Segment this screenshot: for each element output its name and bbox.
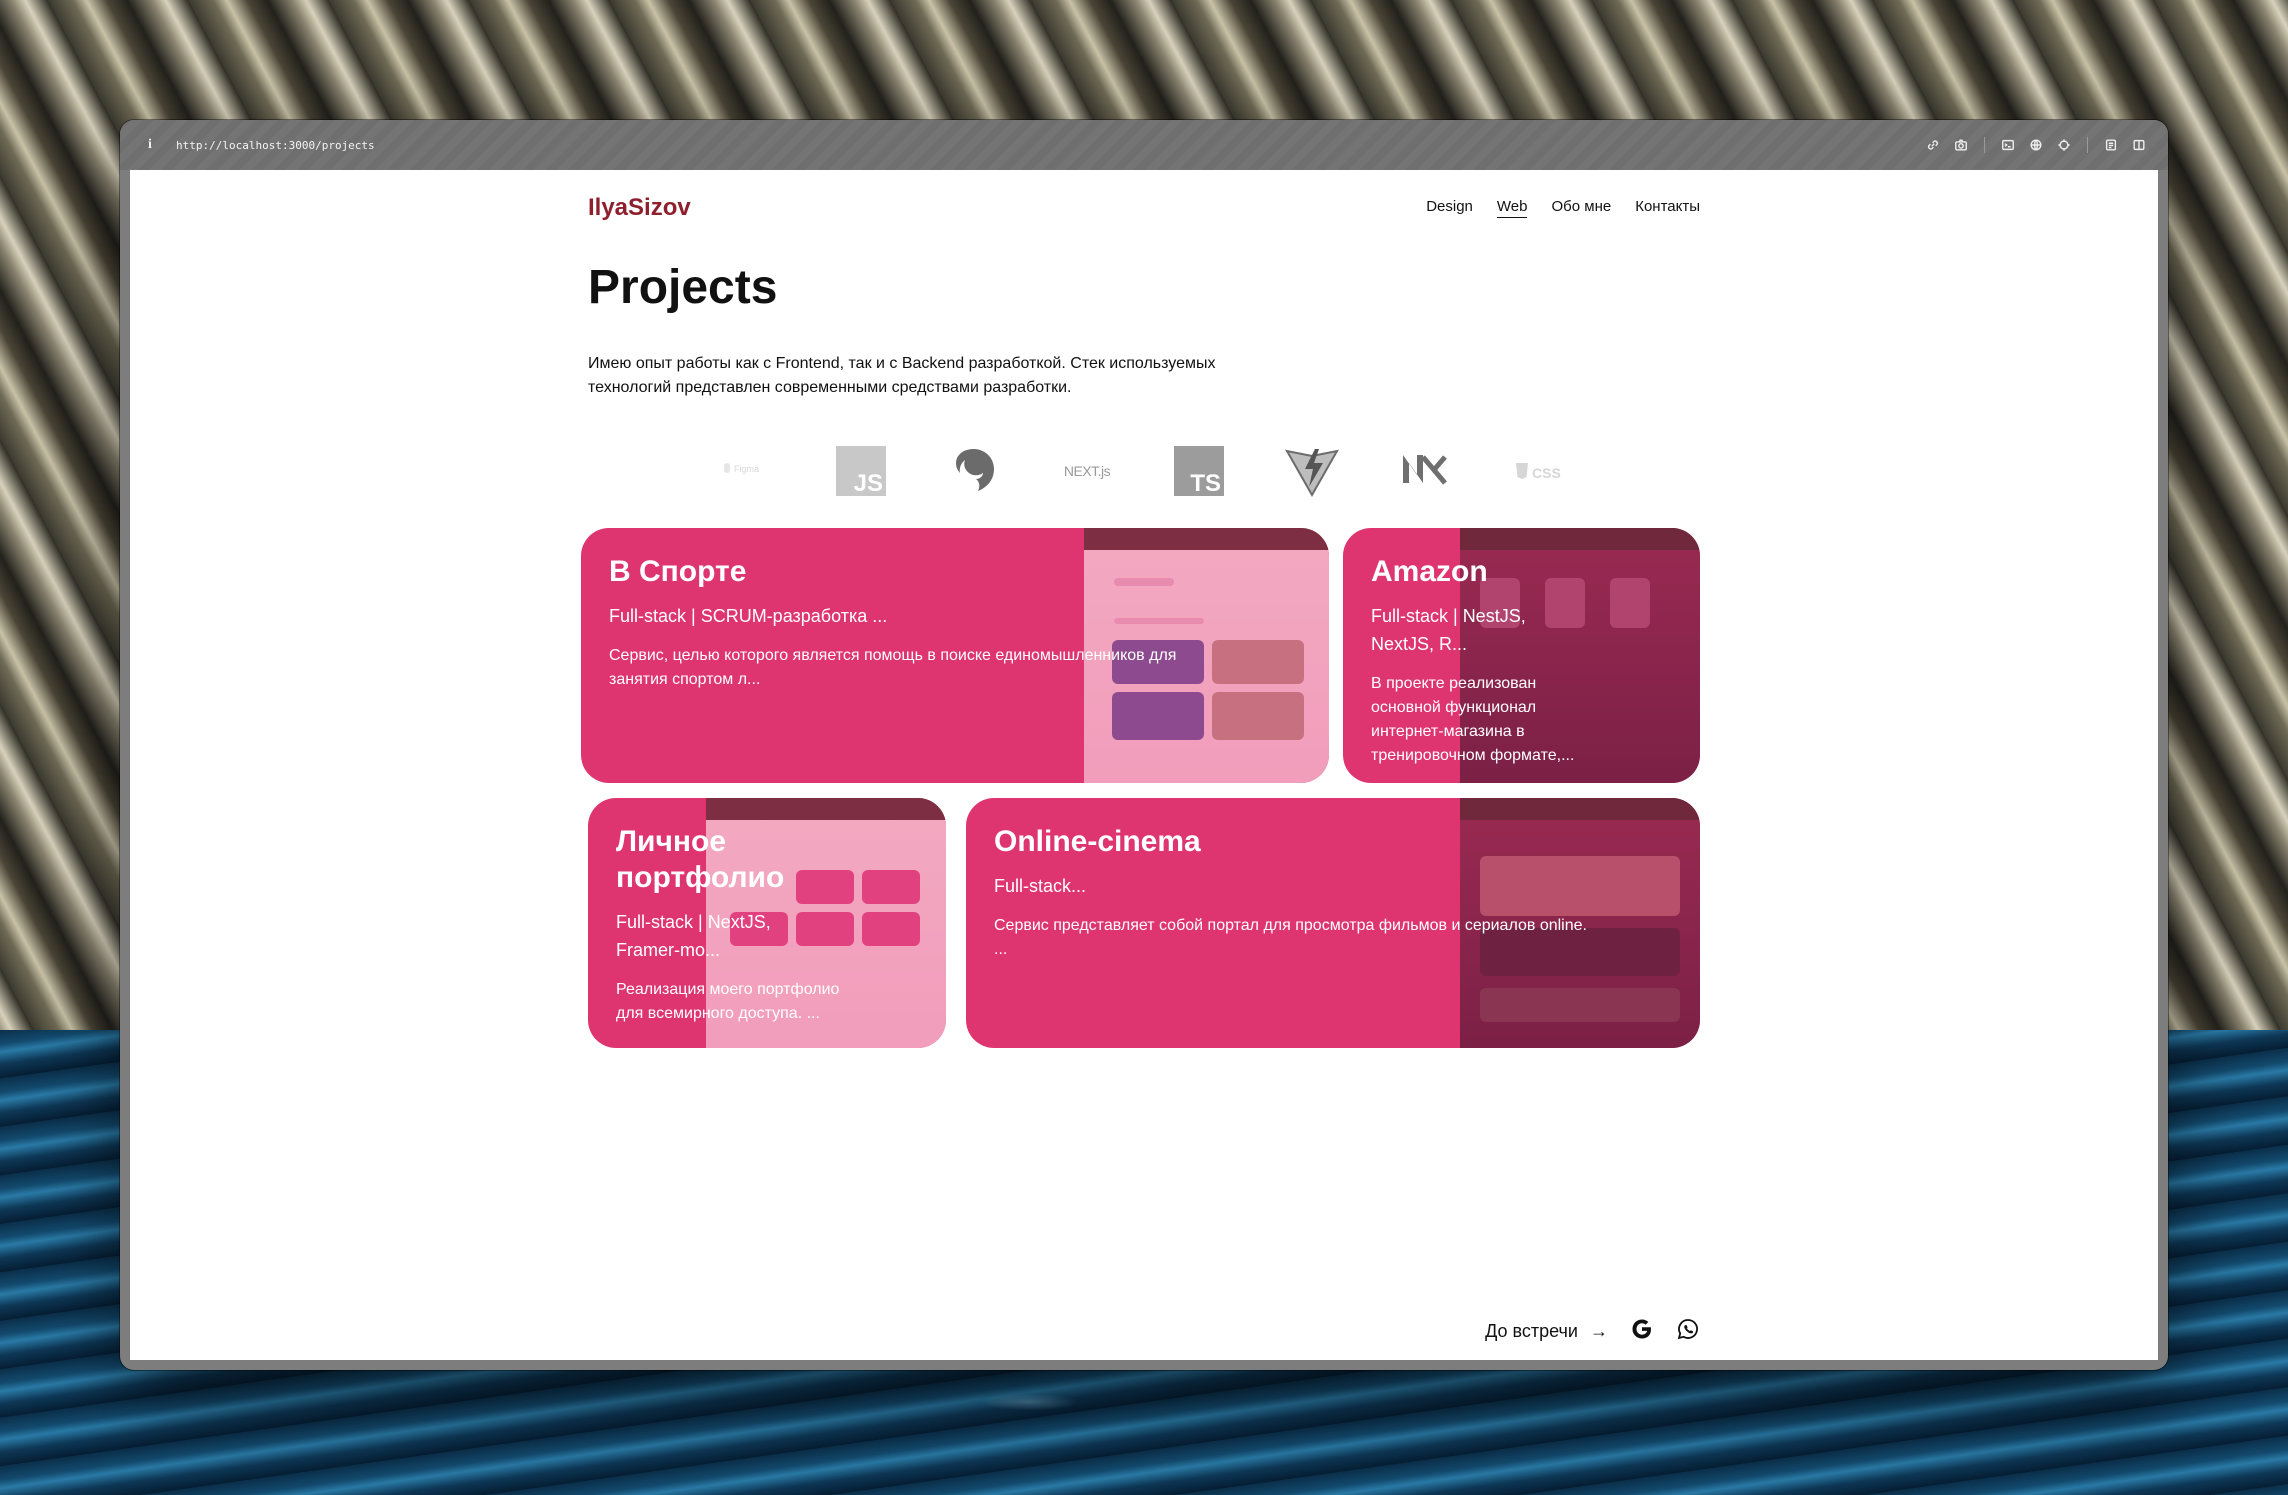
project-card-amazon[interactable]: Amazon Full-stack | NestJS, NextJS, R...…	[1343, 528, 1700, 783]
page-lead: Имею опыт работы как с Frontend, так и с…	[588, 355, 1216, 396]
page-container: IlyaSizov Design Web Обо мне Контакты Pr…	[581, 170, 1700, 1360]
info-icon[interactable]: i	[148, 137, 164, 153]
site-footer: До встречи →	[1485, 1317, 1700, 1346]
project-stack: Full-stack | SCRUM-разработка ...	[609, 606, 888, 626]
project-card-content: В Спорте Full-stack | SCRUM-разработка .…	[609, 554, 1301, 692]
svg-text:JS: JS	[853, 470, 882, 497]
project-title: Online-cinema	[994, 825, 1201, 858]
footer-bye[interactable]: До встречи →	[1485, 1321, 1608, 1342]
project-description: Сервис, целью которого является помощь в…	[609, 647, 1177, 688]
web-page: IlyaSizov Design Web Обо мне Контакты Pr…	[130, 170, 2158, 1360]
vite-icon	[1282, 441, 1342, 501]
nav-about[interactable]: Обо мне	[1551, 198, 1611, 218]
toolbar-divider	[1984, 137, 1985, 153]
project-card-content: Amazon Full-stack | NestJS, NextJS, R...…	[1371, 554, 1672, 768]
svg-text:CSS: CSS	[1532, 465, 1561, 481]
project-description: Сервис представляет собой портал для про…	[994, 917, 1587, 958]
project-stack: Full-stack | NestJS, NextJS, R...	[1371, 606, 1526, 654]
terminal-icon[interactable]	[1999, 136, 2017, 154]
page-title: Projects	[588, 261, 778, 314]
nav-design[interactable]: Design	[1426, 198, 1473, 218]
toolbar-divider	[2087, 137, 2088, 153]
css-icon: CSS	[1508, 441, 1568, 501]
svg-text:TS: TS	[1191, 470, 1222, 497]
project-card-vsporte[interactable]: В Спорте Full-stack | SCRUM-разработка .…	[581, 528, 1329, 783]
site-logo[interactable]: IlyaSizov	[588, 194, 691, 222]
project-card-content: Личное портфолио Full-stack | NextJS, Fr…	[616, 824, 918, 1026]
nx-icon	[1395, 441, 1455, 501]
project-title: В Спорте	[609, 555, 747, 588]
svg-text:Figma: Figma	[734, 464, 759, 474]
nestjs-icon	[944, 441, 1004, 501]
javascript-icon: JS	[831, 441, 891, 501]
site-header: IlyaSizov Design Web Обо мне Контакты	[588, 192, 1700, 224]
url-text[interactable]: http://localhost:3000/projects	[176, 139, 375, 152]
tech-stack-row: Figma JS NEXT.js TS CSS	[718, 436, 1568, 506]
project-title: Amazon	[1371, 555, 1488, 588]
project-description: В проекте реализован основной функционал…	[1371, 675, 1575, 764]
google-icon[interactable]	[1630, 1317, 1654, 1346]
browser-window: i http://localhost:3000/projects IlyaSiz…	[120, 120, 2168, 1370]
figma-icon: Figma	[718, 441, 778, 501]
project-stack: Full-stack...	[994, 876, 1087, 896]
browser-toolbar	[1924, 136, 2148, 154]
link-icon[interactable]	[1924, 136, 1942, 154]
project-card-content: Online-cinema Full-stack... Сервис предс…	[994, 824, 1672, 962]
sidebar-toggle-icon[interactable]	[2130, 136, 2148, 154]
main-nav: Design Web Обо мне Контакты	[1426, 198, 1700, 218]
svg-text:NEXT.js: NEXT.js	[1063, 463, 1110, 479]
nav-contacts[interactable]: Контакты	[1635, 198, 1700, 218]
project-title: Личное портфолио	[616, 825, 785, 894]
globe-icon[interactable]	[2027, 136, 2045, 154]
whatsapp-icon[interactable]	[1676, 1317, 1700, 1346]
typescript-icon: TS	[1169, 441, 1229, 501]
project-card-portfolio[interactable]: Личное портфолио Full-stack | NextJS, Fr…	[588, 798, 946, 1048]
nav-web[interactable]: Web	[1496, 198, 1528, 218]
project-card-online-cinema[interactable]: Online-cinema Full-stack... Сервис предс…	[966, 798, 1700, 1048]
footer-bye-text: До встречи	[1485, 1321, 1578, 1341]
reader-icon[interactable]	[2102, 136, 2120, 154]
project-stack: Full-stack | NextJS, Framer-mo...	[616, 912, 771, 960]
arrow-right-icon: →	[1590, 1321, 1608, 1341]
url-bar[interactable]: i http://localhost:3000/projects	[120, 120, 2168, 170]
camera-icon[interactable]	[1952, 136, 1970, 154]
crosshair-icon[interactable]	[2055, 136, 2073, 154]
nextjs-icon: NEXT.js	[1057, 441, 1117, 501]
project-description: Реализация моего портфолио для всемирног…	[616, 981, 840, 1022]
